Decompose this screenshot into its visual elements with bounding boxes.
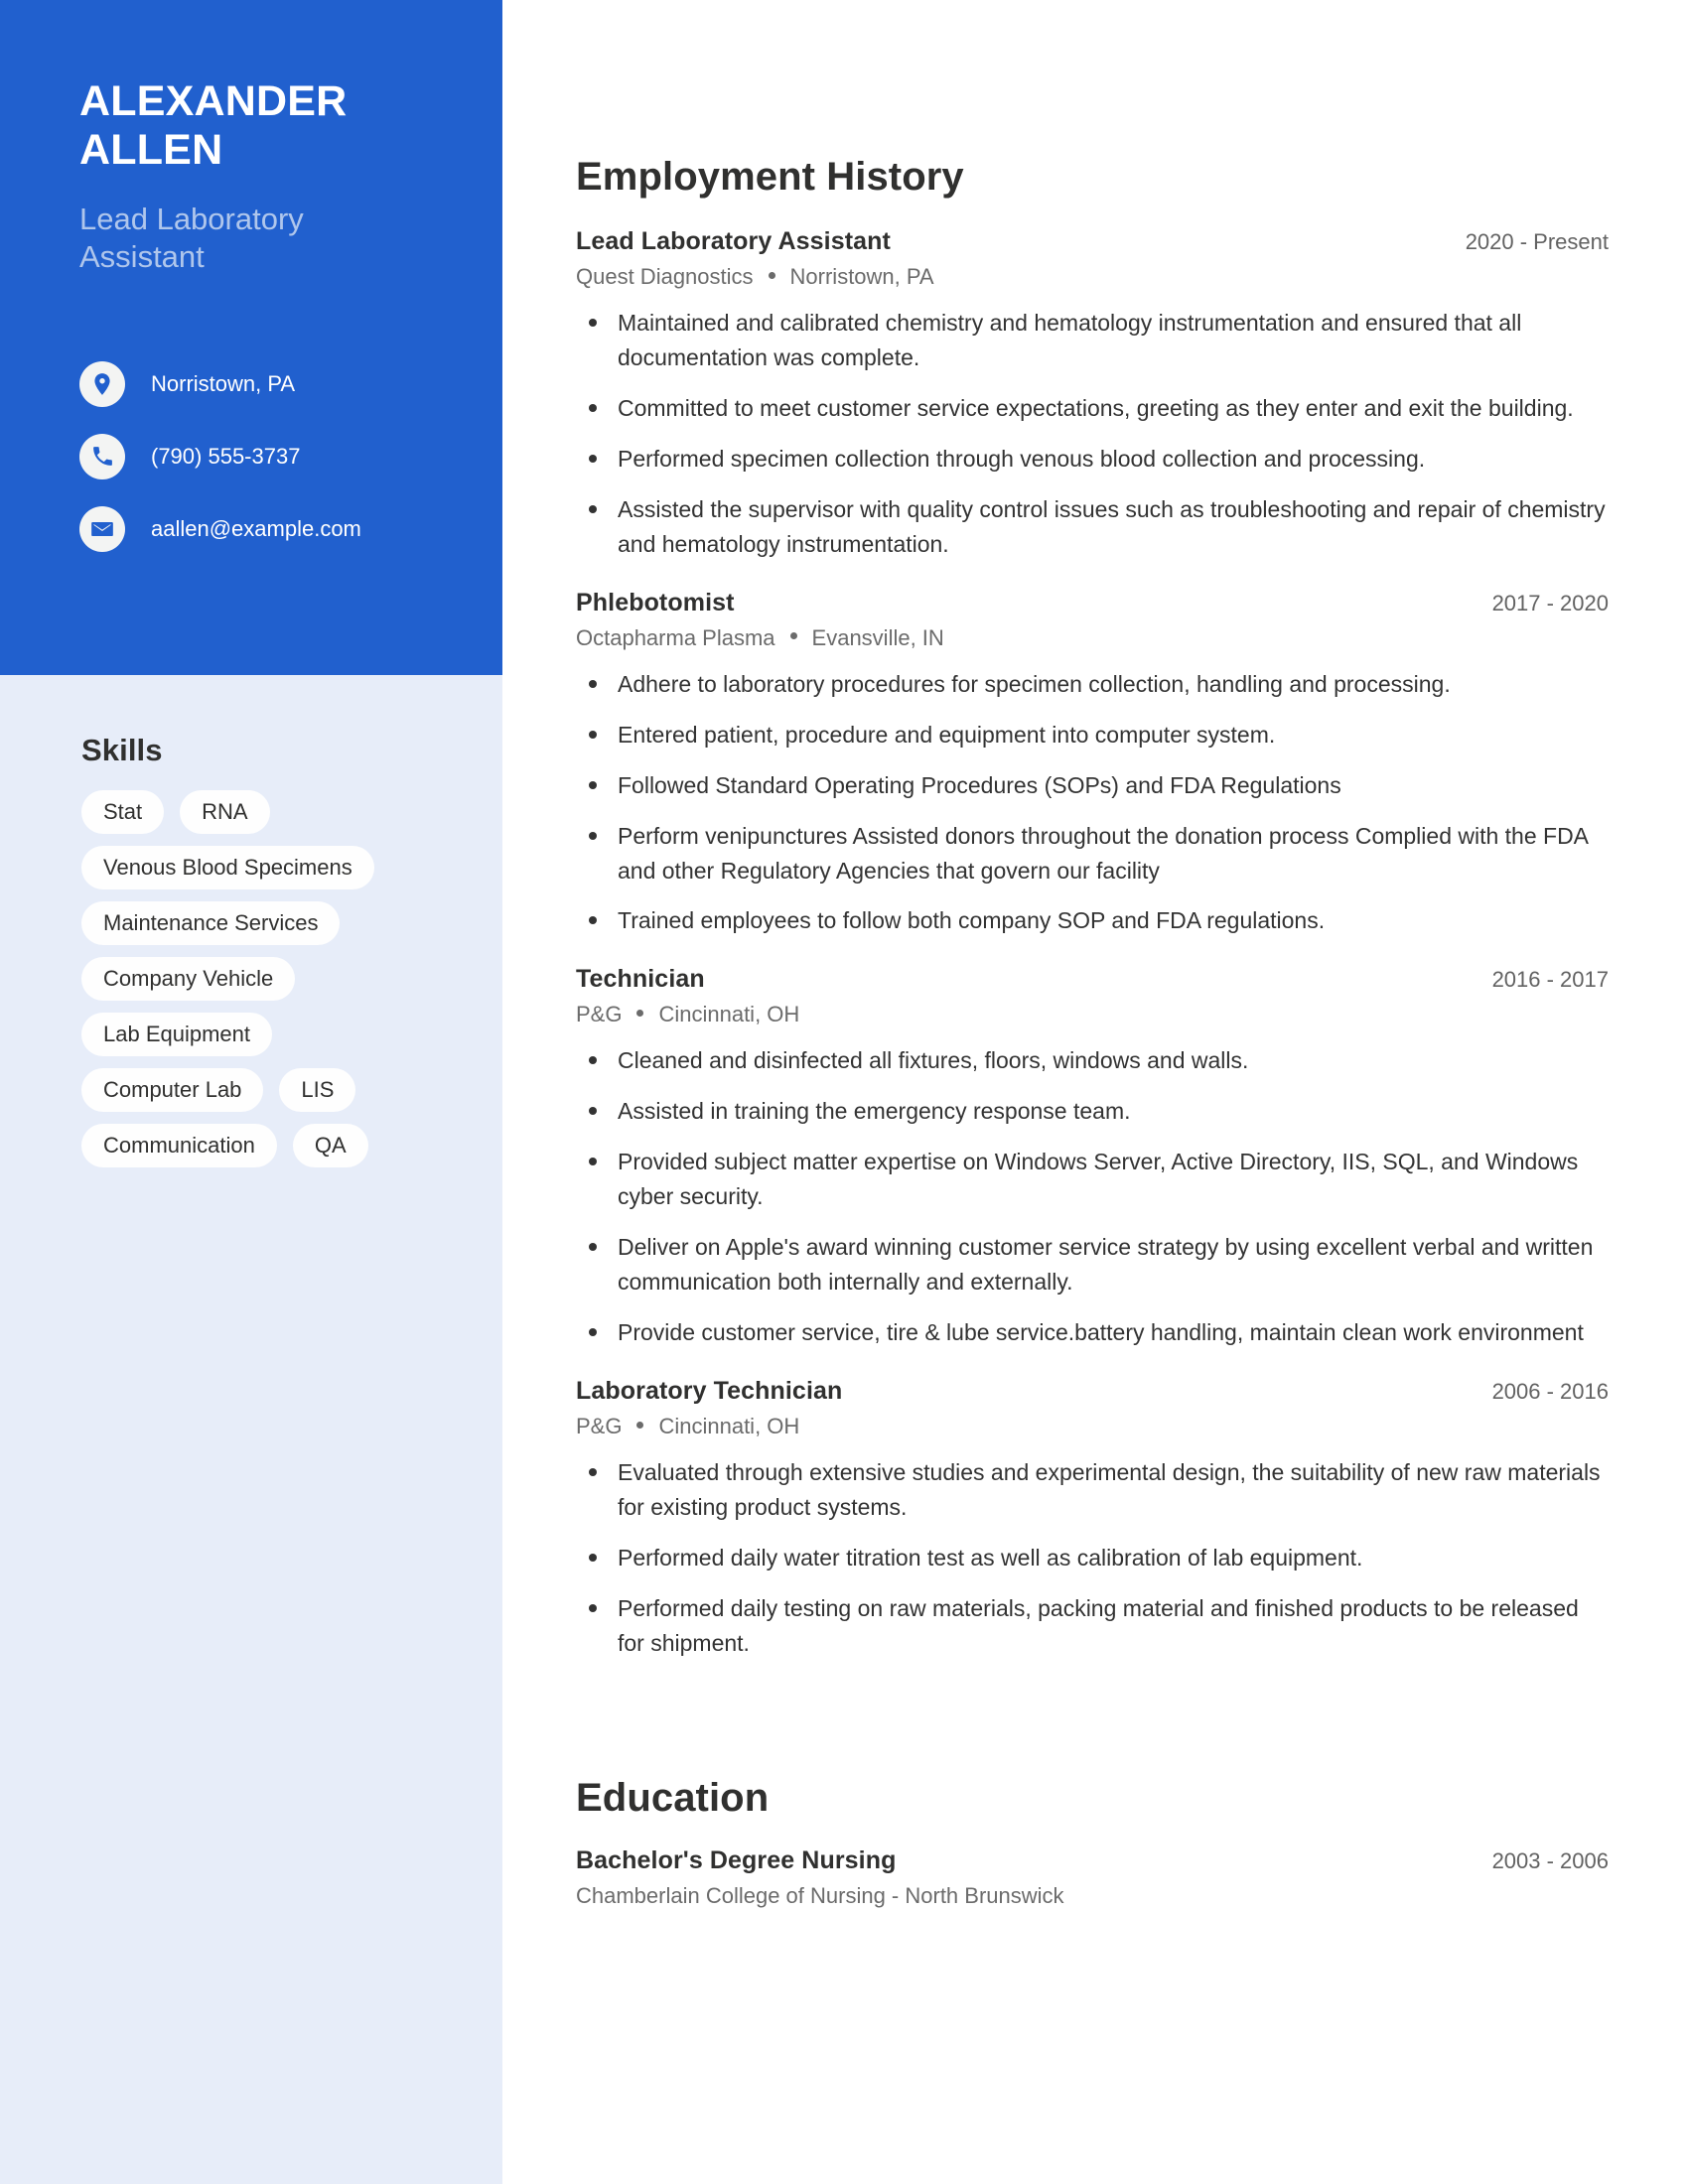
- employment-entry: Technician 2016 - 2017 P&G Cincinnati, O…: [576, 965, 1609, 1350]
- job-title: Technician: [576, 965, 705, 994]
- skill-tag[interactable]: LIS: [279, 1067, 356, 1112]
- school-name: Chamberlain College of Nursing - North B…: [576, 1882, 1064, 1908]
- job-dates: 2017 - 2020: [1491, 590, 1609, 615]
- job-bullet: Entered patient, procedure and equipment…: [576, 718, 1609, 752]
- job-company-location: Octapharma Plasma Evansville, IN: [576, 625, 1609, 651]
- skill-tag[interactable]: QA: [292, 1123, 368, 1167]
- job-bullet: Performed daily water titration test as …: [576, 1541, 1609, 1575]
- job-bullet: Maintained and calibrated chemistry and …: [576, 306, 1609, 375]
- location-pin-icon: [79, 360, 125, 407]
- school-name-row: Chamberlain College of Nursing - North B…: [576, 1883, 1609, 1909]
- contact-email-text: aallen@example.com: [151, 515, 361, 541]
- separator-dot-icon: [636, 1421, 644, 1429]
- job-dates: 2006 - 2016: [1491, 1379, 1609, 1405]
- contact-location-text: Norristown, PA: [151, 370, 296, 396]
- degree-title: Bachelor's Degree Nursing: [576, 1845, 897, 1874]
- job-company: Octapharma Plasma: [576, 624, 775, 650]
- job-bullet: Deliver on Apple's award winning custome…: [576, 1230, 1609, 1299]
- job-company: P&G: [576, 1002, 623, 1027]
- sidebar-header-panel: ALEXANDER ALLEN Lead Laboratory Assistan…: [0, 0, 502, 675]
- separator-dot-icon: [768, 271, 775, 279]
- employment-entry-header: Lead Laboratory Assistant 2020 - Present: [576, 227, 1609, 256]
- job-bullet: Performed specimen collection through ve…: [576, 442, 1609, 477]
- skills-heading: Skills: [81, 733, 163, 767]
- envelope-icon: [79, 505, 125, 552]
- job-bullet: Adhere to laboratory procedures for spec…: [576, 667, 1609, 702]
- name-line-last: ALLEN: [79, 126, 223, 175]
- degree-dates: 2003 - 2006: [1491, 1847, 1609, 1873]
- name-line-first: ALEXANDER: [79, 77, 348, 125]
- job-bullet: Performed daily testing on raw materials…: [576, 1591, 1609, 1661]
- job-dates: 2020 - Present: [1465, 229, 1609, 254]
- job-bullet: Provided subject matter expertise on Win…: [576, 1145, 1609, 1214]
- job-dates: 2016 - 2017: [1491, 967, 1609, 993]
- job-bullet: Assisted the supervisor with quality con…: [576, 492, 1609, 562]
- job-bullet: Assisted in training the emergency respo…: [576, 1094, 1609, 1129]
- skill-tag[interactable]: Company Vehicle: [81, 956, 296, 1001]
- job-bullet: Committed to meet customer service expec…: [576, 391, 1609, 426]
- education-entry-header: Bachelor's Degree Nursing 2003 - 2006: [576, 1846, 1609, 1875]
- separator-dot-icon: [789, 632, 797, 640]
- main-content: Employment History Lead Laboratory Assis…: [576, 0, 1609, 1909]
- job-company-location: P&G Cincinnati, OH: [576, 1002, 1609, 1027]
- separator-dot-icon: [636, 1009, 644, 1017]
- job-bullet: Perform venipunctures Assisted donors th…: [576, 819, 1609, 888]
- education-entry: Bachelor's Degree Nursing 2003 - 2006 Ch…: [576, 1846, 1609, 1909]
- education-heading: Education: [576, 1775, 770, 1820]
- job-title: Lead Laboratory Assistant: [576, 227, 891, 255]
- job-company: Quest Diagnostics: [576, 264, 754, 289]
- job-location: Norristown, PA: [789, 264, 934, 289]
- job-bullet: Trained employees to follow both company…: [576, 903, 1609, 938]
- job-company: P&G: [576, 1414, 623, 1439]
- job-title: Phlebotomist: [576, 588, 735, 616]
- job-location: Cincinnati, OH: [658, 1414, 800, 1439]
- role-line-1: Lead Laboratory: [79, 202, 304, 236]
- candidate-name: ALEXANDER ALLEN: [79, 77, 477, 176]
- employment-entry: Lead Laboratory Assistant 2020 - Present…: [576, 227, 1609, 562]
- job-bullet-list: Adhere to laboratory procedures for spec…: [576, 667, 1609, 939]
- contact-phone-text: (790) 555-3737: [151, 443, 301, 469]
- job-title: Laboratory Technician: [576, 1377, 843, 1406]
- employment-entry: Laboratory Technician 2006 - 2016 P&G Ci…: [576, 1377, 1609, 1661]
- skill-tag[interactable]: Lab Equipment: [81, 1012, 272, 1056]
- employment-entry-header: Laboratory Technician 2006 - 2016: [576, 1377, 1609, 1406]
- resume-page: ALEXANDER ALLEN Lead Laboratory Assistan…: [0, 0, 1688, 2184]
- skill-tag[interactable]: Maintenance Services: [81, 900, 341, 945]
- skills-tag-list: Stat RNA Venous Blood Specimens Maintena…: [81, 790, 409, 1167]
- contact-item-email: aallen@example.com: [79, 492, 496, 565]
- skill-tag[interactable]: Stat: [81, 790, 165, 834]
- job-company-location: Quest Diagnostics Norristown, PA: [576, 264, 1609, 290]
- employment-entry: Phlebotomist 2017 - 2020 Octapharma Plas…: [576, 589, 1609, 939]
- sidebar: ALEXANDER ALLEN Lead Laboratory Assistan…: [0, 0, 502, 2184]
- skill-tag[interactable]: Communication: [81, 1123, 277, 1167]
- candidate-role: Lead Laboratory Assistant: [79, 201, 457, 276]
- job-location: Evansville, IN: [811, 624, 944, 650]
- phone-icon: [79, 433, 125, 479]
- role-line-2: Assistant: [79, 238, 205, 274]
- job-bullet: Provide customer service, tire & lube se…: [576, 1315, 1609, 1350]
- job-bullet-list: Maintained and calibrated chemistry and …: [576, 306, 1609, 562]
- skills-section: Skills Stat RNA Venous Blood Specimens M…: [81, 733, 498, 1167]
- employment-entry-header: Technician 2016 - 2017: [576, 965, 1609, 994]
- employment-history-heading: Employment History: [576, 155, 964, 199]
- job-bullet-list: Cleaned and disinfected all fixtures, fl…: [576, 1043, 1609, 1350]
- skill-tag[interactable]: Venous Blood Specimens: [81, 845, 374, 889]
- job-bullet: Evaluated through extensive studies and …: [576, 1455, 1609, 1525]
- contact-item-phone: (790) 555-3737: [79, 420, 496, 492]
- contact-item-location: Norristown, PA: [79, 347, 496, 420]
- skill-tag[interactable]: Computer Lab: [81, 1067, 264, 1112]
- skill-tag[interactable]: RNA: [180, 790, 270, 834]
- employment-entry-header: Phlebotomist 2017 - 2020: [576, 589, 1609, 617]
- job-bullet: Followed Standard Operating Procedures (…: [576, 768, 1609, 803]
- job-company-location: P&G Cincinnati, OH: [576, 1414, 1609, 1439]
- contact-list: Norristown, PA (790) 555-3737 aallen@exa…: [79, 347, 496, 565]
- job-bullet-list: Evaluated through extensive studies and …: [576, 1455, 1609, 1661]
- job-bullet: Cleaned and disinfected all fixtures, fl…: [576, 1043, 1609, 1078]
- job-location: Cincinnati, OH: [658, 1002, 800, 1027]
